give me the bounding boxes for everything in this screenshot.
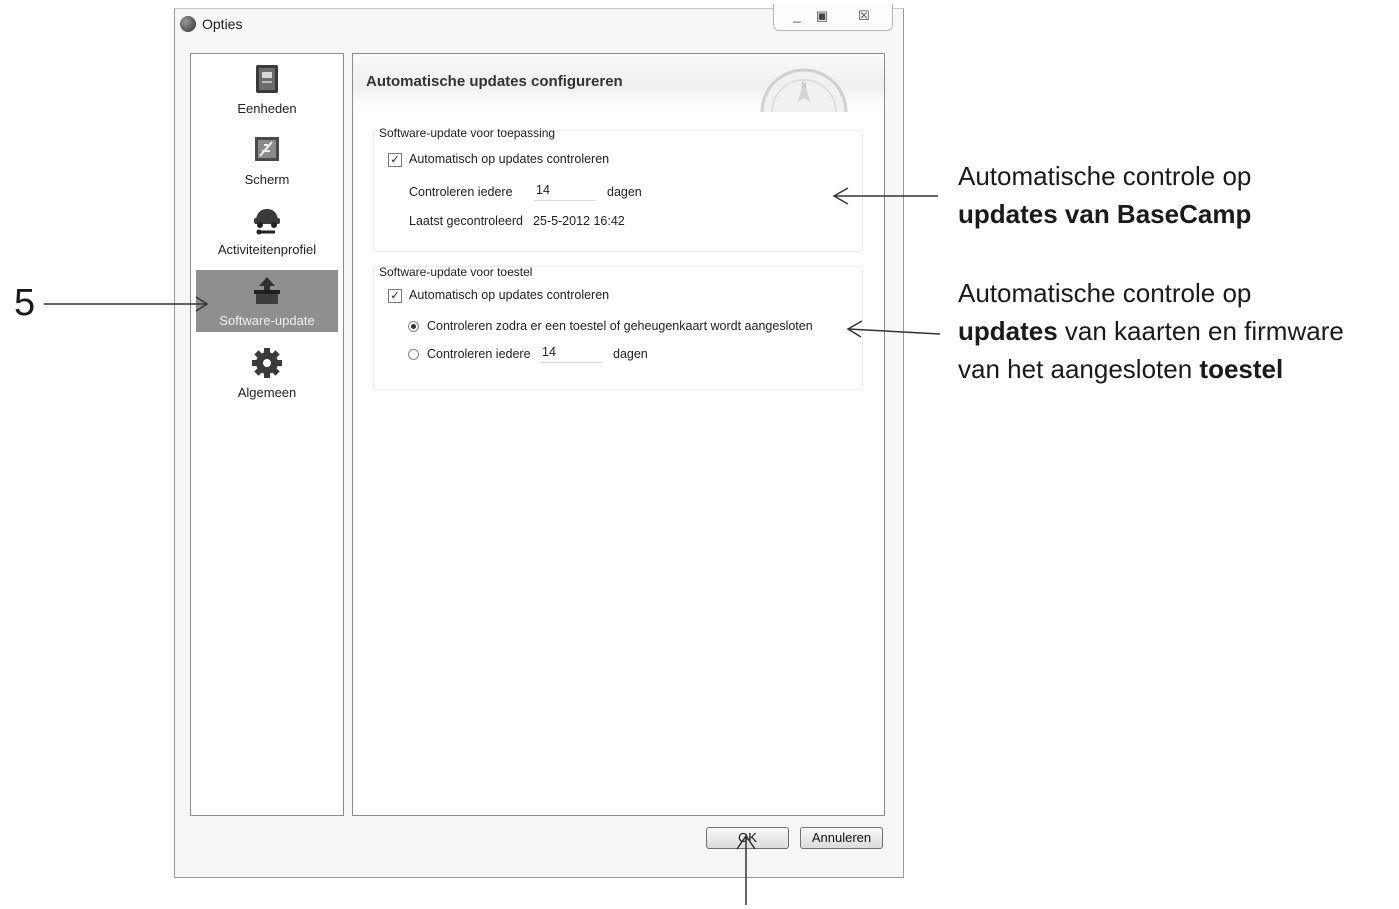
device-note-line1: Automatische controle op	[958, 278, 1252, 308]
app-note-line1: Automatische controle op	[958, 161, 1252, 191]
device-note-line2-rest: van kaarten en firmware	[1057, 316, 1344, 346]
app-note: Automatische controle op updates van Bas…	[958, 157, 1251, 233]
app-note-line2: updates van BaseCamp	[958, 199, 1252, 229]
device-note-bold-toestel: toestel	[1199, 354, 1284, 384]
device-note-line3-rest: van het aangesloten	[958, 354, 1200, 384]
step-marker: 5	[14, 282, 36, 324]
device-note: Automatische controle op updates van kaa…	[958, 274, 1344, 388]
device-note-bold-updates: updates	[958, 316, 1058, 346]
annotation-arrows	[44, 187, 941, 905]
device-note-arrow	[847, 328, 941, 335]
